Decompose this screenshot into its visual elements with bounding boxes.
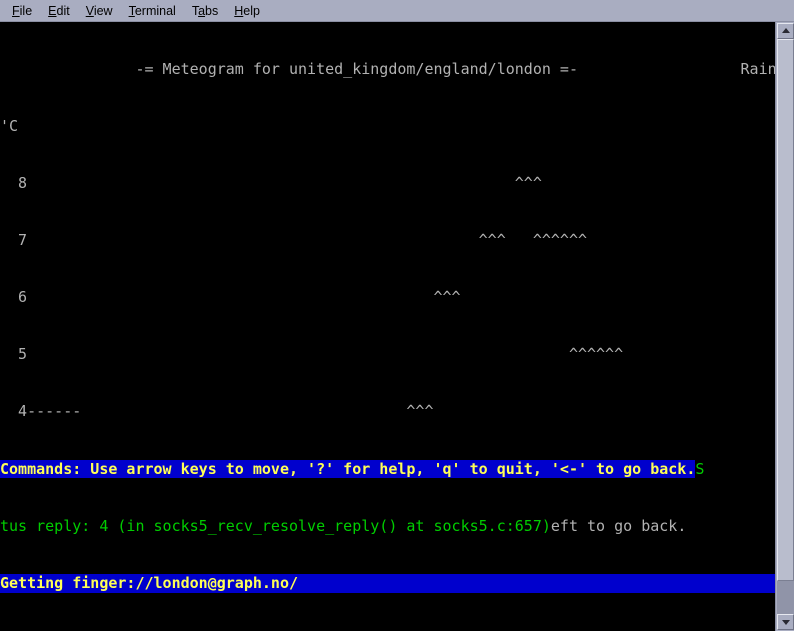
commands-hint: Commands: Use arrow keys to move, '?' fo…	[0, 460, 695, 478]
chart-row-7: 7 ^^^ ^^^^^^	[0, 231, 775, 250]
getting-finger-text: Getting finger://london@graph.no/	[0, 574, 775, 593]
chevron-down-icon	[782, 620, 790, 625]
status-line-socks-error: tus reply: 4 (in socks5_recv_resolve_rep…	[0, 517, 775, 536]
scrollbar[interactable]	[775, 22, 794, 631]
menu-view[interactable]: View	[79, 4, 120, 18]
terminal-screen[interactable]: -= Meteogram for united_kingdom/england/…	[0, 22, 775, 631]
scrollbar-thumb[interactable]	[777, 39, 794, 581]
menu-help[interactable]: Help	[227, 4, 267, 18]
status-lines: Commands: Use arrow keys to move, '?' fo…	[0, 422, 775, 631]
socks-error-text: tus reply: 4 (in socks5_recv_resolve_rep…	[0, 517, 551, 535]
menu-tabs[interactable]: Tabs	[185, 4, 225, 18]
scrollbar-track[interactable]	[777, 39, 794, 614]
chart-row-4: 4------ ^^^	[0, 402, 775, 421]
chart-row-8: 8 ^^^	[0, 174, 775, 193]
chart-row-5: 5 ^^^^^^	[0, 345, 775, 364]
status-line-getting: Getting finger://london@graph.no/	[0, 574, 775, 593]
socks-error-tail: eft to go back.	[551, 517, 686, 535]
status-line-commands: Commands: Use arrow keys to move, '?' fo…	[0, 460, 775, 479]
terminal-window: File Edit View Terminal Tabs Help -= Met…	[0, 0, 794, 631]
menu-bar: File Edit View Terminal Tabs Help	[0, 0, 794, 22]
commands-tail: S	[695, 460, 704, 478]
meteogram-title: -= Meteogram for united_kingdom/england/…	[0, 60, 775, 79]
menu-file[interactable]: File	[5, 4, 39, 18]
menu-terminal[interactable]: Terminal	[122, 4, 183, 18]
chevron-up-icon	[782, 28, 790, 33]
menu-edit[interactable]: Edit	[41, 4, 77, 18]
scroll-down-button[interactable]	[777, 614, 794, 630]
chart-row-6: 6 ^^^	[0, 288, 775, 307]
chart-row-unit: 'C	[0, 117, 775, 136]
scroll-up-button[interactable]	[777, 23, 794, 39]
